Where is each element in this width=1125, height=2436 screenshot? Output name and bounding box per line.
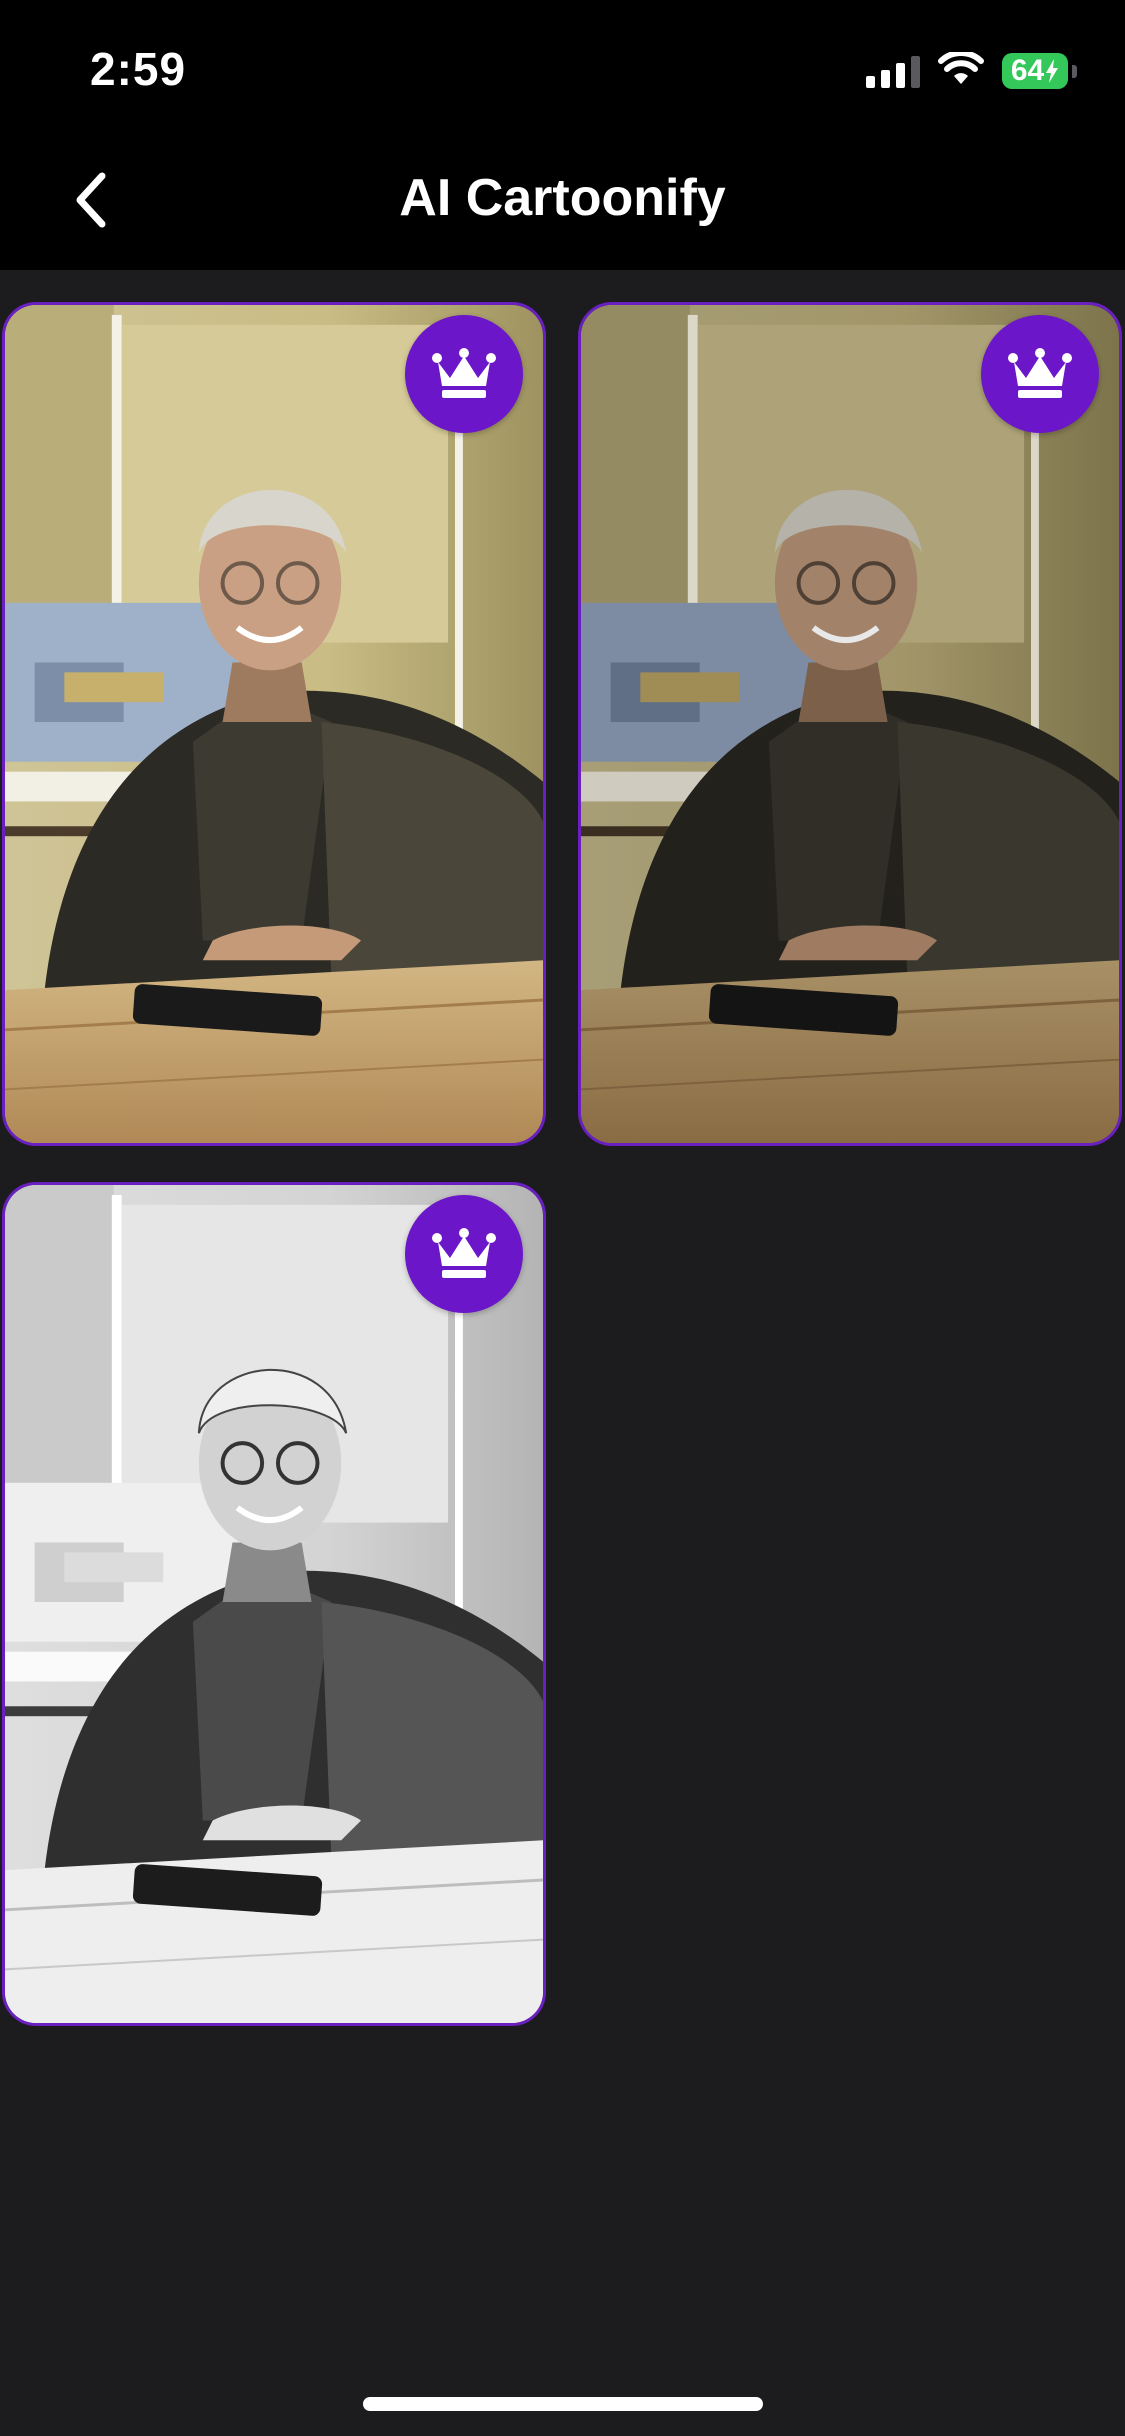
- top-bar: 2:59 64 AI Cartoonify: [0, 0, 1125, 270]
- result-card-dark[interactable]: [578, 302, 1122, 1146]
- status-time: 2:59: [90, 43, 187, 95]
- premium-badge: [981, 315, 1099, 433]
- premium-badge: [405, 1195, 523, 1313]
- screen: 2:59 64 AI Cartoonify: [0, 0, 1125, 2436]
- battery-level: 64: [1010, 54, 1045, 87]
- page-title: AI Cartoonify: [399, 169, 726, 227]
- battery-charging-icon: 64: [1002, 53, 1068, 89]
- premium-badge: [405, 315, 523, 433]
- battery-cap: [1072, 64, 1077, 78]
- result-card-color[interactable]: [2, 302, 546, 1146]
- wifi-icon: [938, 49, 984, 91]
- signal-icon: [866, 54, 920, 88]
- home-indicator[interactable]: [363, 2397, 763, 2411]
- result-card-bw[interactable]: [2, 1182, 546, 2026]
- status-icons: 64: [866, 48, 1077, 94]
- crown-icon: [1008, 348, 1072, 398]
- crown-icon: [432, 348, 496, 398]
- crown-icon: [432, 1228, 496, 1278]
